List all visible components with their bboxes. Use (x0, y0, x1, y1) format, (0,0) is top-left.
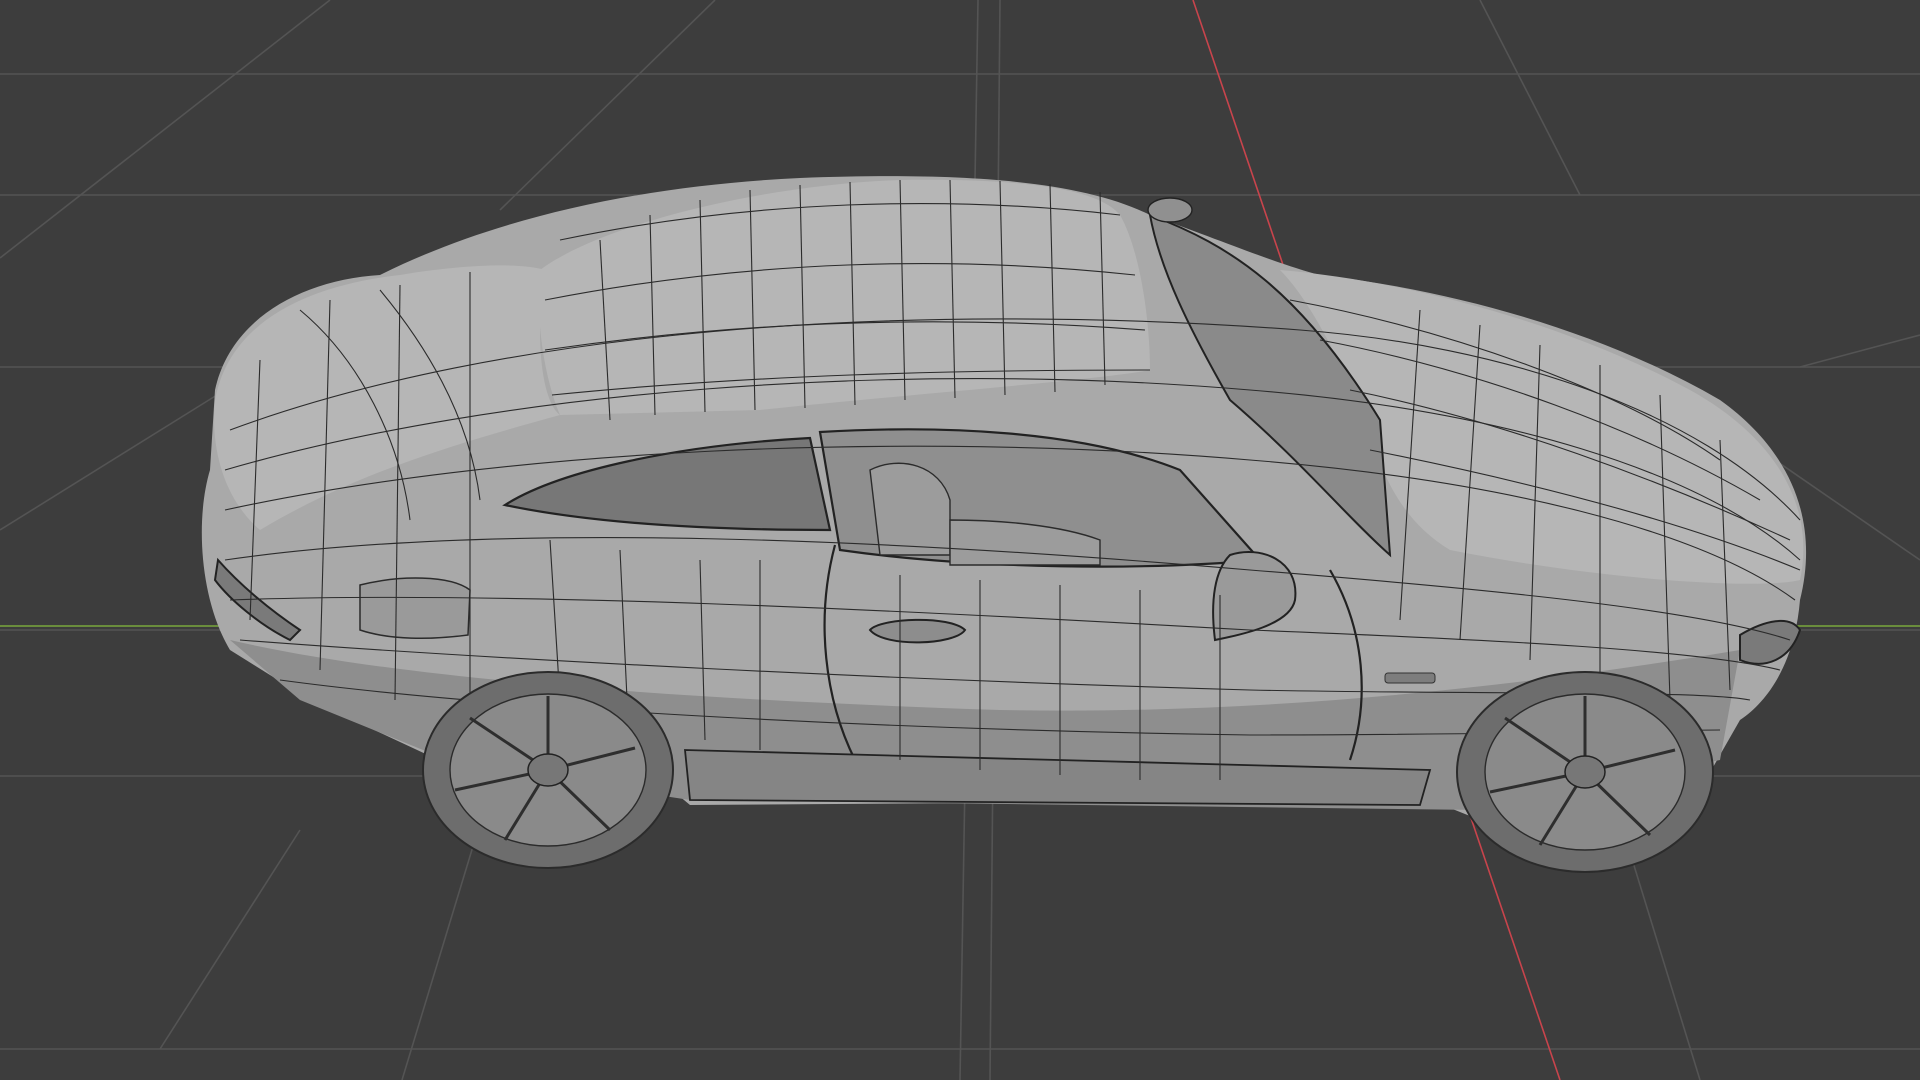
model-badge (1384, 672, 1436, 684)
roof-antenna (1147, 197, 1193, 223)
rear-wheel (422, 671, 674, 869)
3d-viewport[interactable] (0, 0, 1920, 1080)
car-mesh[interactable] (201, 176, 1807, 873)
viewport-canvas[interactable] (0, 0, 1920, 1080)
front-wheel (1456, 671, 1714, 873)
